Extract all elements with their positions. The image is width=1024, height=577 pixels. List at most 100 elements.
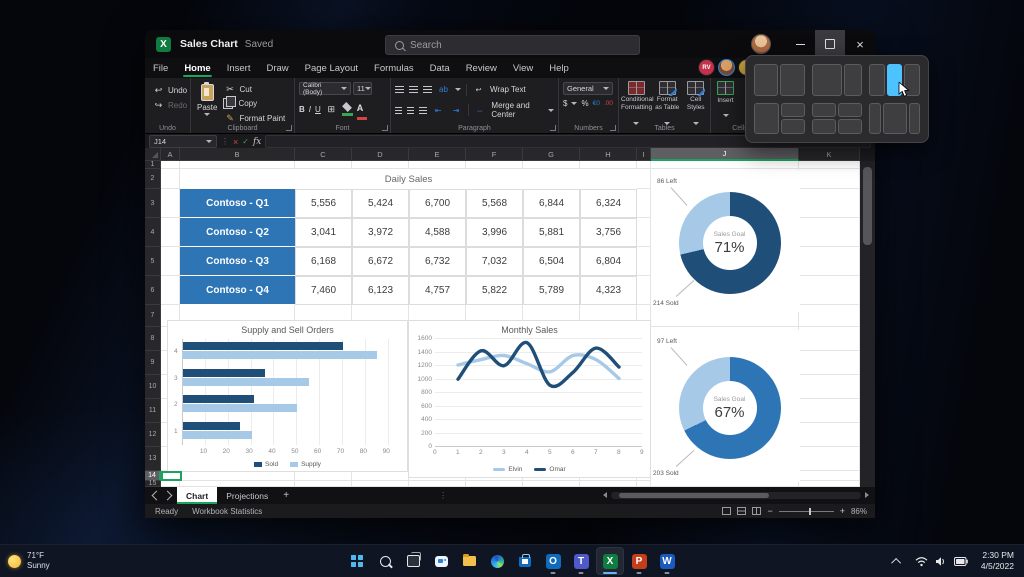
snap-layout-three-columns[interactable] [869, 64, 920, 96]
table-cell[interactable]: 6,672 [352, 247, 409, 276]
decrease-decimal-button[interactable]: .00 [604, 100, 613, 107]
sheet-tab-projections[interactable]: Projections [217, 487, 277, 504]
table-row-label[interactable]: Contoso - Q2 [180, 218, 295, 247]
scroll-left-icon[interactable] [603, 492, 607, 498]
table-cell[interactable]: 6,844 [523, 189, 580, 218]
ribbon-tab-view[interactable]: View [505, 60, 541, 78]
search-box[interactable]: Search [385, 35, 640, 55]
table-cell[interactable]: 7,032 [466, 247, 523, 276]
cancel-entry-icon[interactable]: × [233, 137, 238, 147]
normal-view-icon[interactable] [722, 507, 731, 515]
percent-button[interactable]: % [581, 99, 588, 108]
merge-center-button[interactable]: Merge and Center [491, 101, 543, 119]
horizontal-scrollbar[interactable] [611, 492, 861, 499]
taskbar-search-icon[interactable] [372, 548, 398, 574]
donut-chart-monthly[interactable]: Sales Goal67%97 Left203 Sold [651, 330, 800, 482]
paste-dropdown[interactable] [204, 113, 210, 116]
taskbar-start-icon[interactable] [344, 548, 370, 574]
taskbar-task-view-icon[interactable] [400, 548, 426, 574]
horizontal-scrollbar-thumb[interactable] [619, 493, 769, 498]
row-header-2[interactable]: 2 [145, 169, 161, 189]
table-cell[interactable]: 4,757 [409, 276, 466, 305]
row-header-6[interactable]: 6 [145, 276, 161, 305]
confirm-entry-icon[interactable]: ✓ [242, 137, 249, 146]
snap-layout-three-wide-middle[interactable] [869, 103, 920, 135]
underline-button[interactable]: U [315, 105, 321, 114]
ribbon-tab-help[interactable]: Help [541, 60, 577, 78]
align-left-icon[interactable] [395, 107, 402, 114]
scroll-right-icon[interactable] [865, 492, 869, 498]
table-row-label[interactable]: Contoso - Q4 [180, 276, 295, 305]
fill-color-button[interactable] [342, 100, 353, 118]
insert-function-icon[interactable]: fx [253, 137, 261, 147]
user-avatar[interactable] [751, 34, 771, 54]
zoom-level[interactable]: 86% [851, 507, 867, 516]
taskbar-store-icon[interactable] [512, 548, 538, 574]
snap-layout-left-stack-right[interactable] [754, 103, 805, 135]
column-header-G[interactable]: G [523, 148, 580, 161]
zoom-in-button[interactable]: + [840, 506, 845, 516]
taskbar-chat-icon[interactable] [428, 548, 454, 574]
speaker-icon[interactable] [935, 556, 947, 567]
snap-layout-wide-left[interactable] [812, 64, 863, 96]
ribbon-tab-draw[interactable]: Draw [258, 60, 296, 78]
row-header-10[interactable]: 10 [145, 375, 161, 399]
ribbon-tab-home[interactable]: Home [176, 60, 218, 78]
table-cell[interactable]: 6,504 [523, 247, 580, 276]
column-header-C[interactable]: C [295, 148, 352, 161]
table-cell[interactable]: 5,789 [523, 276, 580, 305]
borders-button[interactable]: ⊞ [325, 103, 338, 116]
taskbar-word-icon[interactable]: W [654, 548, 680, 574]
clipboard-launcher-icon[interactable] [286, 125, 292, 131]
taskbar-file-explorer-icon[interactable] [456, 548, 482, 574]
table-cell[interactable]: 6,123 [352, 276, 409, 305]
ribbon-tab-formulas[interactable]: Formulas [366, 60, 422, 78]
snap-layout-two-halves[interactable] [754, 64, 805, 96]
wifi-icon[interactable] [915, 556, 928, 567]
page-break-view-icon[interactable] [752, 507, 761, 515]
row-header-1[interactable]: 1 [145, 161, 161, 169]
vertical-scrollbar-thumb[interactable] [863, 167, 872, 245]
zoom-out-button[interactable]: − [767, 506, 772, 516]
orientation-button[interactable]: ab [437, 83, 450, 96]
align-center-icon[interactable] [407, 107, 414, 114]
close-button[interactable]: × [845, 30, 875, 58]
increase-decimal-button[interactable]: €0 [593, 100, 600, 107]
table-cell[interactable]: 3,041 [295, 218, 352, 247]
column-header-J[interactable]: J [651, 148, 799, 161]
row-header-7[interactable]: 7 [145, 305, 161, 327]
undo-button[interactable]: ↩ Undo [152, 84, 190, 97]
indent-decrease-icon[interactable]: ⇤ [432, 104, 445, 117]
row-header-9[interactable]: 9 [145, 351, 161, 375]
table-cell[interactable]: 6,168 [295, 247, 352, 276]
table-cell[interactable]: 3,972 [352, 218, 409, 247]
row-header-11[interactable]: 11 [145, 399, 161, 423]
copy-button[interactable]: Copy [223, 98, 285, 109]
table-cell[interactable]: 3,996 [466, 218, 523, 247]
row-header-8[interactable]: 8 [145, 327, 161, 351]
paragraph-launcher-icon[interactable] [550, 125, 556, 131]
cut-button[interactable]: ✂ Cut [223, 83, 285, 96]
format-painter-button[interactable]: ✎ Format Paint [223, 112, 285, 125]
ribbon-tab-insert[interactable]: Insert [219, 60, 259, 78]
name-box[interactable]: J14 [149, 135, 217, 148]
line-chart-monthly-sales[interactable]: Monthly Sales160014001200100080060040020… [408, 320, 651, 478]
number-format-select[interactable]: General [563, 82, 613, 95]
align-bottom-icon[interactable] [423, 86, 432, 93]
row-header-4[interactable]: 4 [145, 218, 161, 247]
indent-increase-icon[interactable]: ⇥ [450, 104, 463, 117]
redo-button[interactable]: ↪ Redo [152, 99, 190, 112]
taskbar-powerpoint-icon[interactable]: P [626, 548, 652, 574]
column-header-K[interactable]: K [799, 148, 860, 161]
maximize-button[interactable] [815, 30, 845, 58]
column-header-A[interactable]: A [161, 148, 180, 161]
taskbar-outlook-icon[interactable]: O [540, 548, 566, 574]
clock[interactable]: 2:30 PM 4/5/2022 [981, 550, 1014, 573]
taskbar-teams-icon[interactable]: T [568, 548, 594, 574]
ribbon-tab-data[interactable]: Data [422, 60, 458, 78]
next-sheet-icon[interactable] [163, 491, 173, 501]
column-header-F[interactable]: F [466, 148, 523, 161]
taskbar-excel-icon[interactable]: X [596, 547, 624, 575]
table-cell[interactable]: 6,324 [580, 189, 637, 218]
taskbar-edge-icon[interactable] [484, 548, 510, 574]
